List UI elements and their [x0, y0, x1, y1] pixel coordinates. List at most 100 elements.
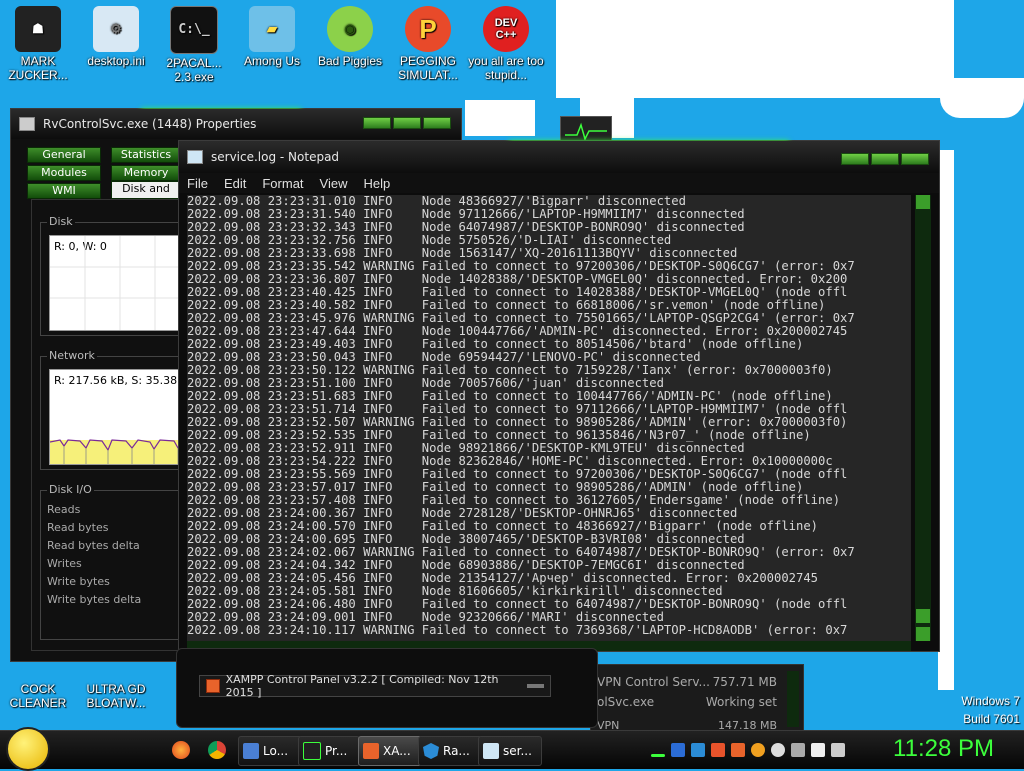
taskbar-clock[interactable]: 11:28 PM [893, 735, 994, 763]
taskbar-item-lo[interactable]: Lo... [238, 736, 302, 766]
desktop-icon-2pacal[interactable]: C:\_ 2PACAL... 2.3.exe [156, 6, 232, 84]
taskbar-item-ra[interactable]: Ra... [418, 736, 482, 766]
desktop-icon-dev-cpp[interactable]: DEV C++ you all are too stupid... [468, 6, 544, 82]
close-button[interactable] [423, 117, 451, 129]
tray-volume-icon[interactable] [831, 743, 845, 757]
tray-xampp-icon[interactable] [731, 743, 745, 757]
notepad-titlebar[interactable]: service.log - Notepad [179, 141, 939, 173]
desktop-icon-label: COCK CLEANER [9, 682, 67, 710]
tray-vpn-icon[interactable] [691, 743, 705, 757]
disk-io-label: Disk I/O [47, 483, 94, 496]
minimize-button[interactable] [363, 117, 391, 129]
desktop-icon-cock-cleaner[interactable]: COCK CLEANER [0, 682, 76, 710]
desktop-icon-desktop-ini[interactable]: ⚙ desktop.ini [78, 6, 154, 68]
close-button[interactable] [901, 153, 929, 165]
menu-bar: File Edit Format View Help [179, 173, 939, 193]
stat-label: Read bytes delta [47, 539, 140, 552]
scroll-up-arrow-icon[interactable] [916, 195, 930, 209]
stat-label: Write bytes delta [47, 593, 142, 606]
maximize-button[interactable] [393, 117, 421, 129]
process-list-fragment: VPN Control Serv... 757.71 MB olSvc.exe … [590, 664, 804, 736]
taskbar-item-label: Lo... [263, 744, 289, 758]
window-title: RvControlSvc.exe (1448) Properties [43, 117, 257, 131]
taskbar: Lo... Pr... XA... Ra... ser... 11:28 PM [0, 727, 1024, 771]
disk-group-label: Disk [47, 215, 75, 228]
properties-titlebar[interactable]: RvControlSvc.exe (1448) Properties [11, 109, 461, 139]
desktop-icon-mark-zucker[interactable]: ☗ MARK ZUCKER... [0, 6, 76, 82]
network-graph: R: 217.56 kB, S: 35.38 k [49, 369, 190, 465]
taskbar-item-process-hacker[interactable]: Pr... [298, 736, 360, 766]
tab-modules[interactable]: Modules [27, 165, 101, 181]
vertical-scrollbar[interactable] [915, 195, 931, 641]
tray-show-hidden-icon[interactable] [651, 753, 665, 757]
tab-general[interactable]: General [27, 147, 101, 163]
stat-label: Writes [47, 557, 82, 570]
desktop-background-shape [938, 150, 954, 690]
tray-status-icon[interactable] [771, 743, 785, 757]
tab-wmi[interactable]: WMI [27, 183, 101, 199]
desktop-icon-label: 2PACAL... 2.3.exe [166, 56, 222, 84]
scroll-thumb[interactable] [916, 609, 930, 623]
menu-help[interactable]: Help [355, 176, 398, 191]
settings-file-icon: ⚙ [93, 6, 139, 52]
desktop-icon-label: desktop.ini [87, 54, 145, 68]
xampp-titlebar[interactable]: XAMPP Control Panel v3.2.2 [ Compiled: N… [199, 673, 551, 699]
desktop-icon-label: MARK ZUCKER... [8, 54, 68, 82]
desktop-background-shape [556, 0, 954, 98]
menu-edit[interactable]: Edit [216, 176, 254, 191]
tray-speaker-icon[interactable] [791, 743, 805, 757]
taskbar-item-label: XA... [383, 744, 411, 758]
xampp-icon [206, 679, 220, 693]
stat-label: Reads [47, 503, 81, 516]
menu-file[interactable]: File [179, 176, 216, 191]
chrome-icon[interactable] [208, 736, 226, 764]
tray-brave-icon[interactable] [711, 743, 725, 757]
pig-icon: ◉ [327, 6, 373, 52]
devcpp-icon: DEV C++ [483, 6, 529, 52]
desktop-icon-pegging[interactable]: P PEGGING SIMULAT... [390, 6, 466, 82]
menu-format[interactable]: Format [254, 176, 311, 191]
tray-network-icon[interactable] [671, 743, 685, 757]
graph-icon [303, 742, 321, 760]
desktop-icon-ultra-gd[interactable]: ULTRA GD BLOATW... [78, 682, 154, 710]
process-scrollbar[interactable] [787, 671, 799, 727]
taskbar-item-label: Ra... [443, 744, 470, 758]
stat-label: Read bytes [47, 521, 109, 534]
taskbar-item-label: Pr... [325, 744, 348, 758]
notepad-icon [187, 150, 203, 164]
scroll-down-arrow-icon[interactable] [916, 627, 930, 641]
xampp-window: XAMPP Control Panel v3.2.2 [ Compiled: N… [176, 648, 598, 728]
menu-view[interactable]: View [312, 176, 356, 191]
shield-icon [423, 743, 439, 759]
minimize-button[interactable] [841, 153, 869, 165]
desktop-icon-label: you all are too stupid... [468, 54, 544, 82]
desktop-icon-label: Bad Piggies [317, 54, 383, 68]
tray-flag-icon[interactable] [811, 743, 825, 757]
desktop-icon-bad-piggies[interactable]: ◉ Bad Piggies [312, 6, 388, 68]
system-tray [648, 736, 848, 764]
process-name[interactable]: olSvc.exe [597, 695, 654, 709]
firefox-icon[interactable] [172, 736, 190, 764]
xampp-title: XAMPP Control Panel v3.2.2 [ Compiled: N… [225, 673, 499, 699]
window-icon [19, 117, 35, 131]
tab-disk-and-network[interactable]: Disk and [111, 181, 181, 199]
taskbar-item-xampp[interactable]: XA... [358, 736, 422, 766]
desktop-background-shape [940, 78, 1024, 118]
window-controls [363, 117, 451, 129]
taskbar-item-service-log[interactable]: ser... [478, 736, 542, 766]
tab-statistics[interactable]: Statistics [111, 147, 181, 163]
log-line: 2022.09.08 23:24:10.117 WARNING Failed t… [187, 623, 848, 637]
tab-memory[interactable]: Memory [111, 165, 181, 181]
network-group-label: Network [47, 349, 97, 362]
maximize-button[interactable] [871, 153, 899, 165]
os-label: Windows 7 [961, 694, 1020, 708]
start-button-smiley-icon[interactable] [6, 727, 50, 771]
tray-search-icon[interactable] [751, 743, 765, 757]
minimize-button[interactable] [526, 684, 545, 688]
log-text-area[interactable]: 2022.09.08 23:23:31.010 INFO Node 483669… [187, 195, 911, 641]
console-icon: C:\_ [170, 6, 218, 54]
desktop-icon-among-us[interactable]: ▰ Among Us [234, 6, 310, 68]
process-name[interactable]: VPN Control Serv... [597, 675, 710, 689]
disk-group: Disk R: 0, W: 0 [40, 215, 190, 336]
window-title: service.log - Notepad [211, 150, 340, 164]
